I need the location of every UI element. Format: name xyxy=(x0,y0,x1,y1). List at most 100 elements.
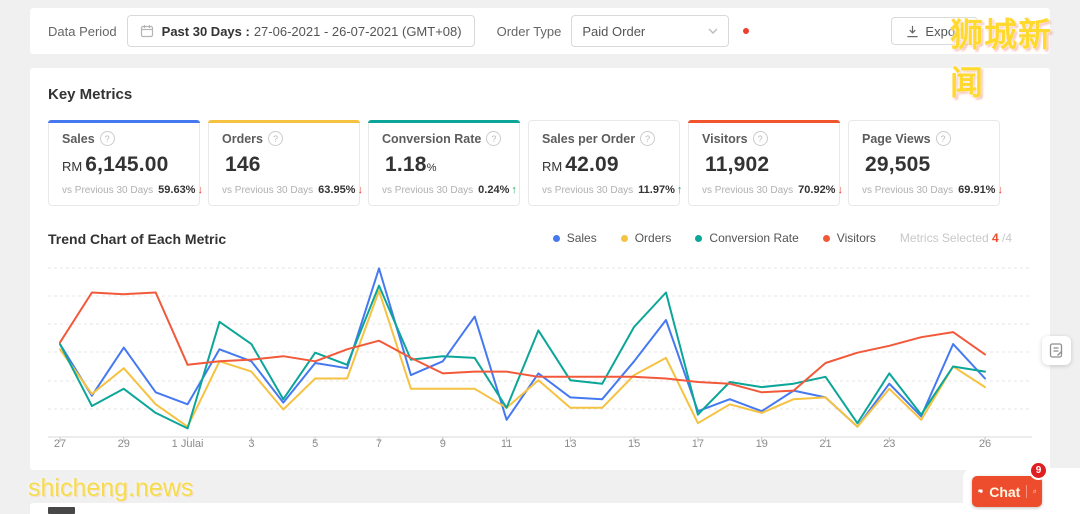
legend-item-visitors[interactable]: Visitors xyxy=(822,231,876,245)
down-arrow-icon: ↓ xyxy=(997,184,1003,196)
card-comparison: vs Previous 30 Days 11.97% ↑ xyxy=(542,184,682,196)
change-percent: 59.63% xyxy=(158,184,196,196)
change-percent: 70.92% xyxy=(798,184,836,196)
x-tick-label: 15 xyxy=(628,438,641,450)
card-value: RM 42.09 xyxy=(542,153,666,177)
card-header: Conversion Rate? xyxy=(382,131,506,146)
chat-widget-panel: Chat 9 xyxy=(963,461,1080,514)
metric-card-orders[interactable]: Orders? 146 vs Previous 30 Days 63.95% ↓ xyxy=(208,120,363,206)
legend-dot-icon xyxy=(552,234,560,242)
next-section-card xyxy=(30,503,1050,514)
card-comparison: vs Previous 30 Days 70.92% ↓ xyxy=(702,184,843,196)
trend-chart[interactable] xyxy=(48,260,1032,460)
main-panel: Key Metrics Sales? RM 6,145.00 vs Previous … xyxy=(30,68,1050,470)
x-tick-label: 11 xyxy=(500,438,513,450)
x-tick-label: 23 xyxy=(883,438,896,450)
card-comparison: vs Previous 30 Days 0.24% ↑ xyxy=(382,184,517,196)
chat-unread-badge: 9 xyxy=(1029,461,1048,480)
card-header: Sales per Order? xyxy=(542,131,666,146)
card-accent-bar xyxy=(688,120,840,123)
watermark-top-right: 狮城新闻 xyxy=(950,16,1052,101)
legend-dot-icon xyxy=(822,234,830,242)
download-icon xyxy=(907,25,919,37)
legend-item-conversion-rate[interactable]: Conversion Rate xyxy=(695,231,799,245)
help-icon[interactable]: ? xyxy=(268,131,283,146)
chat-button[interactable]: Chat xyxy=(972,476,1042,507)
change-percent: 0.24% xyxy=(478,184,510,196)
trend-chart-title: Trend Chart of Each Metric xyxy=(48,231,227,247)
metrics-selected-count: 4 xyxy=(991,231,999,245)
legend-dot-icon xyxy=(695,234,703,242)
order-type-value: Paid Order xyxy=(582,23,646,39)
compare-label: vs Previous 30 Days xyxy=(222,184,314,196)
date-range-picker[interactable]: Past 30 Days : 27-06-2021 - 26-07-2021 (… xyxy=(126,15,475,47)
x-tick-label: 27 xyxy=(53,438,67,450)
metric-card-visitors[interactable]: Visitors? 11,902 vs Previous 30 Days 70.92%… xyxy=(688,120,843,206)
x-tick-label: 5 xyxy=(312,438,319,450)
x-tick-label: 13 xyxy=(564,438,577,450)
x-tick-label: 3 xyxy=(248,438,255,450)
key-metrics-title: Key Metrics xyxy=(48,86,133,103)
order-type-select[interactable]: Paid Order xyxy=(571,15,730,47)
chat-label: Chat xyxy=(989,483,1021,500)
card-value: RM 6,145.00 xyxy=(62,153,186,177)
feedback-fab[interactable] xyxy=(1042,336,1071,365)
legend-item-orders[interactable]: Orders xyxy=(620,231,672,245)
help-icon[interactable]: ? xyxy=(99,131,115,146)
down-arrow-icon: ↓ xyxy=(197,184,203,196)
date-range-value: 27-06-2021 - 26-07-2021 (GMT+08) xyxy=(253,23,462,39)
order-type-label: Order Type xyxy=(496,23,562,39)
down-arrow-icon: ↓ xyxy=(357,184,363,196)
card-label: Visitors xyxy=(702,131,748,146)
chart-legend: Sales Orders Conversion Rate Visitors Metric… xyxy=(552,231,1012,245)
x-tick-label: 26 xyxy=(978,438,992,450)
help-icon[interactable]: ? xyxy=(935,131,951,146)
card-value: 1.18% xyxy=(382,153,506,177)
card-accent-bar xyxy=(48,120,200,123)
card-header: Page Views? xyxy=(862,131,986,146)
card-label: Page Views xyxy=(862,131,931,146)
change-percent: 11.97% xyxy=(638,184,675,196)
value: 29,505 xyxy=(865,153,931,176)
chat-bubble-icon xyxy=(978,489,983,494)
card-label: Orders xyxy=(222,131,263,146)
card-value: 11,902 xyxy=(702,153,826,177)
dashboard-page: { "watermarks": { "top_right": "狮城新闻", "… xyxy=(0,0,1080,514)
card-comparison: vs Previous 30 Days 59.63% ↓ xyxy=(62,184,203,196)
help-icon[interactable]: ? xyxy=(640,131,656,146)
x-tick-label: 7 xyxy=(375,438,383,450)
x-tick-label: 21 xyxy=(819,438,832,450)
value-prefix: RM xyxy=(542,159,563,174)
filter-bar: Data Period Past 30 Days : 27-06-2021 - … xyxy=(30,8,1050,54)
chevron-down-icon xyxy=(708,28,718,34)
metrics-selected-total: /4 xyxy=(998,231,1012,245)
x-tick-label: 19 xyxy=(755,438,768,450)
help-icon[interactable]: ? xyxy=(486,131,502,146)
compare-label: vs Previous 30 Days xyxy=(62,184,154,196)
metrics-selected-counter: Metrics Selected 4 /4 xyxy=(900,231,1012,245)
help-icon[interactable]: ? xyxy=(752,131,768,146)
legend-item-sales[interactable]: Sales xyxy=(552,231,597,245)
legend-label: Orders xyxy=(634,231,672,245)
x-tick-label: 29 xyxy=(117,438,130,450)
next-section-clipped-heading xyxy=(48,507,75,514)
popout-icon xyxy=(1032,489,1036,494)
card-value: 146 xyxy=(222,153,346,177)
metric-card-sales[interactable]: Sales? RM 6,145.00 vs Previous 30 Days 59.63… xyxy=(48,120,203,206)
value: 146 xyxy=(225,153,261,176)
card-comparison: vs Previous 30 Days 63.95% ↓ xyxy=(222,184,363,196)
metric-cards-row: Sales? RM 6,145.00 vs Previous 30 Days 59.63… xyxy=(48,120,1003,206)
compare-label: vs Previous 30 Days xyxy=(542,184,634,196)
trend-chart-canvas xyxy=(48,267,1032,442)
calendar-icon xyxy=(140,25,153,38)
value: 1.18 xyxy=(385,153,427,176)
card-comparison: vs Previous 30 Days 69.91% ↓ xyxy=(862,184,1003,196)
x-axis-labels: 27 29 1 Julai 3 5 7 9 11 13 15 17 19 21 23 26 xyxy=(48,438,1032,454)
date-range-preset: Past 30 Days : xyxy=(161,23,250,39)
card-label: Sales per Order xyxy=(542,131,636,146)
card-header: Orders? xyxy=(222,131,346,146)
metric-card-conversion-rate[interactable]: Conversion Rate? 1.18% vs Previous 30 Days… xyxy=(368,120,520,206)
metric-card-sales-per-order[interactable]: Sales per Order? RM 42.09 vs Previous 30 Da… xyxy=(528,120,682,206)
compare-label: vs Previous 30 Days xyxy=(862,184,954,196)
metric-card-page-views[interactable]: Page Views? 29,505 vs Previous 30 Days 69.9… xyxy=(848,120,1003,206)
